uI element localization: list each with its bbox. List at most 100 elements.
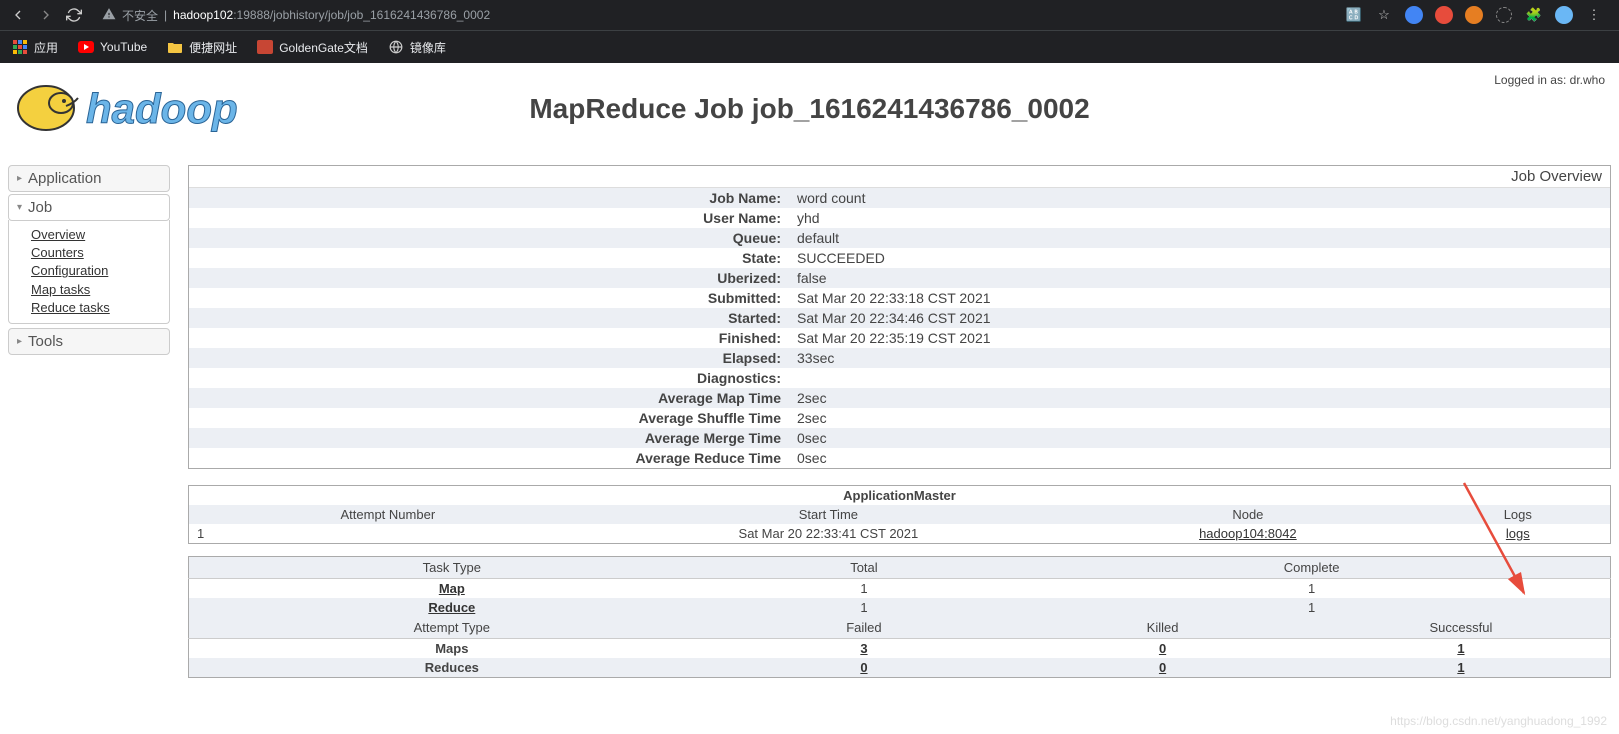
info-value: Sat Mar 20 22:34:46 CST 2021: [789, 308, 999, 328]
info-label: Average Map Time: [189, 388, 789, 408]
am-start: Sat Mar 20 22:33:41 CST 2021: [587, 524, 1070, 544]
th-tasktype: Task Type: [189, 557, 715, 579]
ext-icon-blue[interactable]: [1405, 6, 1423, 24]
oracle-icon: [257, 39, 273, 55]
browser-toolbar: 不安全 | hadoop102:19888/jobhistory/job/job…: [0, 0, 1619, 30]
info-row: User Name:yhd: [189, 208, 1610, 228]
info-row: Queue:default: [189, 228, 1610, 248]
am-data-row: 1 Sat Mar 20 22:33:41 CST 2021 hadoop104…: [189, 524, 1611, 544]
bookmark-goldengate[interactable]: GoldenGate文档: [257, 39, 368, 56]
info-label: Uberized:: [189, 268, 789, 288]
info-row: Job Name:word count: [189, 188, 1610, 208]
sidebar-item-tools[interactable]: Tools: [8, 328, 170, 355]
ext-icon-dashed[interactable]: [1495, 6, 1513, 24]
sidebar: Application Job Overview Counters Config…: [8, 165, 170, 678]
bookmark-youtube[interactable]: YouTube: [78, 39, 147, 55]
info-label: Average Reduce Time: [189, 448, 789, 468]
attempt-reduces-failed[interactable]: 0: [860, 660, 867, 675]
bookmark-label: 便捷网址: [189, 39, 237, 56]
attempt-maps-successful[interactable]: 1: [1457, 641, 1464, 656]
task-reduce-total: 1: [715, 598, 1014, 617]
bookmark-folder[interactable]: 便捷网址: [167, 39, 237, 56]
profile-avatar[interactable]: [1555, 6, 1573, 24]
info-label: Finished:: [189, 328, 789, 348]
reload-button[interactable]: [64, 5, 84, 25]
sidebar-link-maptasks[interactable]: Map tasks: [31, 281, 159, 299]
am-logs-link[interactable]: logs: [1506, 526, 1530, 541]
extensions-icon[interactable]: 🧩: [1525, 6, 1543, 24]
bookmark-label: 镜像库: [410, 39, 446, 56]
folder-icon: [167, 39, 183, 55]
task-map-link[interactable]: Map: [439, 581, 465, 596]
am-header-node: Node: [1070, 505, 1426, 524]
info-label: Average Shuffle Time: [189, 408, 789, 428]
star-icon[interactable]: ☆: [1375, 6, 1393, 24]
sidebar-item-job[interactable]: Job: [8, 194, 170, 221]
ext-icon-red[interactable]: [1435, 6, 1453, 24]
attempt-maps-killed[interactable]: 0: [1159, 641, 1166, 656]
info-value: 2sec: [789, 388, 835, 408]
sidebar-link-configuration[interactable]: Configuration: [31, 262, 159, 280]
triangle-icon: [17, 173, 22, 184]
triangle-icon: [17, 202, 22, 213]
back-button[interactable]: [8, 5, 28, 25]
th-attempttype: Attempt Type: [189, 617, 715, 639]
th-successful: Successful: [1312, 617, 1611, 639]
applicationmaster-table: ApplicationMaster Attempt Number Start T…: [188, 485, 1611, 544]
attempt-reduces-killed[interactable]: 0: [1159, 660, 1166, 675]
sidebar-link-reducetasks[interactable]: Reduce tasks: [31, 299, 159, 317]
am-header-start: Start Time: [587, 505, 1070, 524]
info-label: Average Merge Time: [189, 428, 789, 448]
attempt-maps-label: Maps: [189, 639, 715, 659]
info-value: [789, 368, 805, 388]
task-reduce-link[interactable]: Reduce: [428, 600, 475, 615]
main-layout: Application Job Overview Counters Config…: [0, 145, 1619, 678]
browser-actions: 🔠 ☆ 🧩 ⋮: [1345, 6, 1603, 24]
th-killed: Killed: [1013, 617, 1312, 639]
info-row: Diagnostics:: [189, 368, 1610, 388]
info-label: User Name:: [189, 208, 789, 228]
task-row-reduce: Reduce 1 1: [189, 598, 1611, 617]
info-value: 33sec: [789, 348, 842, 368]
browser-chrome: 不安全 | hadoop102:19888/jobhistory/job/job…: [0, 0, 1619, 63]
info-row: Average Reduce Time0sec: [189, 448, 1610, 468]
info-label: Started:: [189, 308, 789, 328]
bookmark-label: YouTube: [100, 40, 147, 54]
info-value: false: [789, 268, 835, 288]
info-value: 0sec: [789, 448, 835, 468]
am-node-link[interactable]: hadoop104:8042: [1199, 526, 1297, 541]
info-row: Started:Sat Mar 20 22:34:46 CST 2021: [189, 308, 1610, 328]
attempt-maps-failed[interactable]: 3: [860, 641, 867, 656]
sidebar-link-counters[interactable]: Counters: [31, 244, 159, 262]
address-bar[interactable]: 不安全 | hadoop102:19888/jobhistory/job/job…: [102, 7, 1345, 24]
bookmark-apps[interactable]: 应用: [12, 39, 58, 56]
main-content: Job Overview Job Name:word countUser Nam…: [188, 165, 1611, 678]
info-label: State:: [189, 248, 789, 268]
attempt-row-reduces: Reduces 0 0 1: [189, 658, 1611, 678]
forward-button[interactable]: [36, 5, 56, 25]
th-complete: Complete: [1013, 557, 1610, 579]
info-label: Diagnostics:: [189, 368, 789, 388]
translate-icon[interactable]: 🔠: [1345, 6, 1363, 24]
bookmark-mirror[interactable]: 镜像库: [388, 39, 446, 56]
attempt-reduces-successful[interactable]: 1: [1457, 660, 1464, 675]
th-total: Total: [715, 557, 1014, 579]
sidebar-job-submenu: Overview Counters Configuration Map task…: [8, 220, 170, 324]
insecure-label: 不安全: [122, 7, 158, 24]
am-table-title: ApplicationMaster: [189, 486, 1611, 506]
am-header-logs: Logs: [1426, 505, 1611, 524]
ext-icon-orange[interactable]: [1465, 6, 1483, 24]
bookmark-label: GoldenGate文档: [279, 39, 368, 56]
sidebar-item-application[interactable]: Application: [8, 165, 170, 192]
hadoop-logo[interactable]: hadoop: [6, 73, 296, 143]
job-overview-panel: Job Overview Job Name:word countUser Nam…: [188, 165, 1611, 469]
info-value: 2sec: [789, 408, 835, 428]
menu-dots-icon[interactable]: ⋮: [1585, 6, 1603, 24]
triangle-icon: [17, 336, 22, 347]
svg-text:hadoop: hadoop: [86, 85, 238, 132]
info-value: Sat Mar 20 22:35:19 CST 2021: [789, 328, 999, 348]
info-row: Finished:Sat Mar 20 22:35:19 CST 2021: [189, 328, 1610, 348]
info-value: yhd: [789, 208, 828, 228]
sidebar-link-overview[interactable]: Overview: [31, 226, 159, 244]
info-label: Submitted:: [189, 288, 789, 308]
